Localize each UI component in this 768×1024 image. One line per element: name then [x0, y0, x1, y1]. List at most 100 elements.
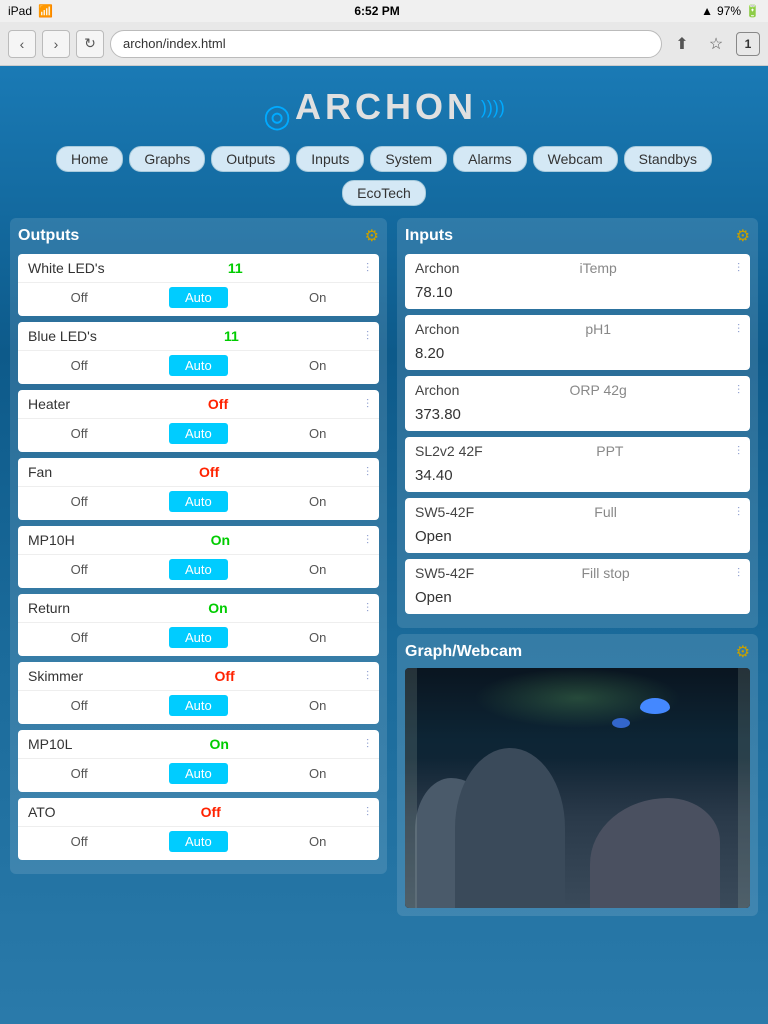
skimmer-off-btn[interactable]: Off: [63, 696, 96, 715]
input-ppt-top: SL2v2 42F PPT ⫶: [405, 437, 750, 465]
nav-webcam[interactable]: Webcam: [533, 146, 618, 172]
filter-icon-ph1: ⫶: [737, 322, 740, 337]
nav-home[interactable]: Home: [56, 146, 123, 172]
blue-leds-on-btn[interactable]: On: [301, 356, 334, 375]
bookmark-button[interactable]: ☆: [702, 30, 730, 58]
nav-inputs[interactable]: Inputs: [296, 146, 364, 172]
white-leds-on-btn[interactable]: On: [301, 288, 334, 307]
filter-icon-ato: ⫶: [366, 805, 369, 820]
inputs-gear-icon[interactable]: ⚙: [736, 226, 750, 246]
output-heater-name: Heater: [28, 396, 70, 412]
mp10l-off-btn[interactable]: Off: [63, 764, 96, 783]
blue-leds-off-btn[interactable]: Off: [63, 356, 96, 375]
output-skimmer-top: Skimmer Off ⫶: [18, 662, 379, 690]
url-bar[interactable]: archon/index.html: [110, 30, 662, 58]
outputs-gear-icon[interactable]: ⚙: [365, 226, 379, 246]
fan-on-btn[interactable]: On: [301, 492, 334, 511]
main-content: ◎ ARCHON )))) Home Graphs Outputs Inputs…: [0, 66, 768, 1024]
output-fan: Fan Off ⫶ Off Auto On: [18, 458, 379, 520]
mp10h-off-btn[interactable]: Off: [63, 560, 96, 579]
output-mp10l: MP10L On ⫶ Off Auto On: [18, 730, 379, 792]
output-mp10h-status: On: [211, 532, 230, 548]
input-sw5-full-name: Full: [594, 504, 617, 520]
logo-area: ◎ ARCHON )))): [0, 76, 768, 146]
return-off-btn[interactable]: Off: [63, 628, 96, 647]
reload-button[interactable]: ↻: [76, 30, 104, 58]
filter-icon-orp: ⫶: [737, 383, 740, 398]
output-return-controls: Off Auto On: [18, 622, 379, 656]
output-blue-leds-name: Blue LED's: [28, 328, 97, 344]
input-ph1: Archon pH1 ⫶ 8.20: [405, 315, 750, 370]
filter-icon-mp10h: ⫶: [366, 533, 369, 548]
filter-icon-sw5-full: ⫶: [737, 505, 740, 520]
output-return: Return On ⫶ Off Auto On: [18, 594, 379, 656]
fish-blue: [640, 698, 670, 714]
nav-alarms[interactable]: Alarms: [453, 146, 527, 172]
output-white-leds-top: White LED's 11 ⫶: [18, 254, 379, 282]
input-ph1-name: pH1: [585, 321, 611, 337]
mp10l-on-btn[interactable]: On: [301, 764, 334, 783]
filter-icon-fan: ⫶: [366, 465, 369, 480]
input-sw5-full: SW5-42F Full ⫶ Open: [405, 498, 750, 553]
heater-off-btn[interactable]: Off: [63, 424, 96, 443]
mp10h-auto-btn[interactable]: Auto: [169, 559, 228, 580]
output-mp10l-status: On: [209, 736, 228, 752]
output-mp10h-controls: Off Auto On: [18, 554, 379, 588]
output-ato-top: ATO Off ⫶: [18, 798, 379, 826]
output-heater-controls: Off Auto On: [18, 418, 379, 452]
nav-standbys[interactable]: Standbys: [624, 146, 712, 172]
blue-leds-auto-btn[interactable]: Auto: [169, 355, 228, 376]
filter-icon-blue-leds: ⫶: [366, 329, 369, 344]
input-itemp-top: Archon iTemp ⫶: [405, 254, 750, 282]
carrier-label: iPad: [8, 4, 32, 18]
input-ph1-value: 8.20: [405, 343, 750, 370]
white-leds-off-btn[interactable]: Off: [63, 288, 96, 307]
input-orp-source: Archon: [415, 382, 459, 398]
browser-bar: ‹ › ↻ archon/index.html ⬆ ☆ 1: [0, 22, 768, 66]
back-button[interactable]: ‹: [8, 30, 36, 58]
rock-formation: [405, 758, 750, 908]
wifi-logo-icon: )))): [481, 97, 505, 117]
return-auto-btn[interactable]: Auto: [169, 627, 228, 648]
tank-glass-right: [738, 668, 750, 908]
filter-icon-mp10l: ⫶: [366, 737, 369, 752]
output-ato: ATO Off ⫶ Off Auto On: [18, 798, 379, 860]
nav-system[interactable]: System: [370, 146, 447, 172]
output-ato-status: Off: [201, 804, 221, 820]
return-on-btn[interactable]: On: [301, 628, 334, 647]
ato-on-btn[interactable]: On: [301, 832, 334, 851]
filter-icon-ppt: ⫶: [737, 444, 740, 459]
input-ppt-value: 34.40: [405, 465, 750, 492]
share-button[interactable]: ⬆: [668, 30, 696, 58]
output-fan-top: Fan Off ⫶: [18, 458, 379, 486]
white-leds-auto-btn[interactable]: Auto: [169, 287, 228, 308]
nav-outputs[interactable]: Outputs: [211, 146, 290, 172]
fan-off-btn[interactable]: Off: [63, 492, 96, 511]
nav-graphs[interactable]: Graphs: [129, 146, 205, 172]
ecotech-row: EcoTech: [0, 180, 768, 206]
input-itemp-name: iTemp: [579, 260, 616, 276]
graph-webcam-gear-icon[interactable]: ⚙: [736, 642, 750, 662]
output-skimmer-status: Off: [215, 668, 235, 684]
skimmer-on-btn[interactable]: On: [301, 696, 334, 715]
forward-button[interactable]: ›: [42, 30, 70, 58]
webcam-image: [405, 668, 750, 908]
input-sw5-fillstop: SW5-42F Fill stop ⫶ Open: [405, 559, 750, 614]
heater-auto-btn[interactable]: Auto: [169, 423, 228, 444]
fan-auto-btn[interactable]: Auto: [169, 491, 228, 512]
nav-ecotech[interactable]: EcoTech: [342, 180, 426, 206]
heater-on-btn[interactable]: On: [301, 424, 334, 443]
input-sw5-fillstop-value: Open: [405, 587, 750, 614]
outputs-title: Outputs: [18, 227, 79, 245]
input-ph1-top: Archon pH1 ⫶: [405, 315, 750, 343]
tab-count[interactable]: 1: [736, 32, 760, 56]
rock2: [455, 748, 565, 908]
logo-text: ARCHON: [295, 86, 477, 127]
ato-off-btn[interactable]: Off: [63, 832, 96, 851]
ato-auto-btn[interactable]: Auto: [169, 831, 228, 852]
skimmer-auto-btn[interactable]: Auto: [169, 695, 228, 716]
right-col: Inputs ⚙ Archon iTemp ⫶ 78.10 Archon: [397, 218, 758, 916]
mp10l-auto-btn[interactable]: Auto: [169, 763, 228, 784]
time-label: 6:52 PM: [354, 4, 399, 18]
mp10h-on-btn[interactable]: On: [301, 560, 334, 579]
